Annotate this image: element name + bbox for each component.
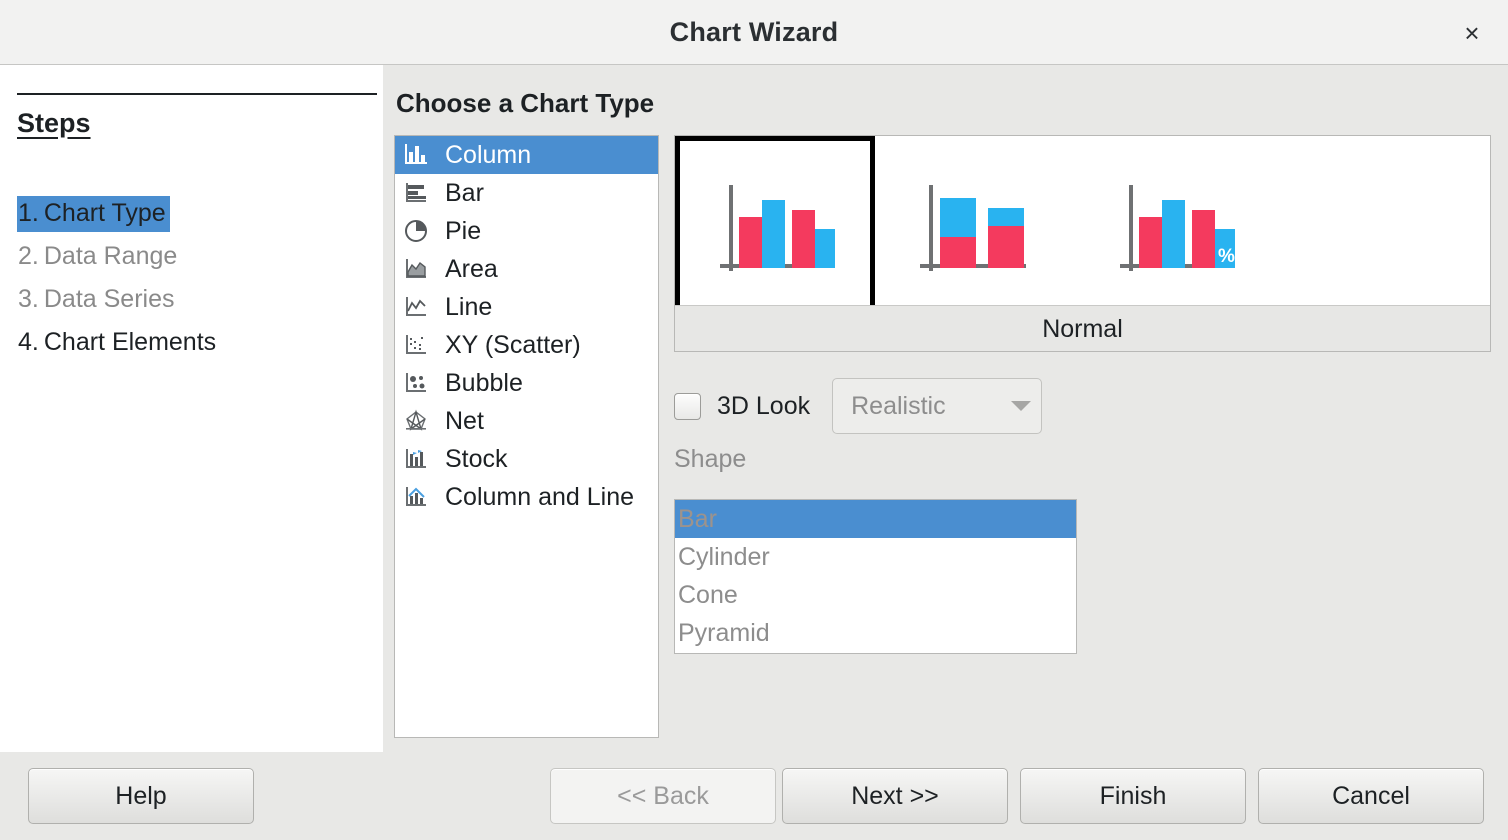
- step-label: Data Range: [44, 242, 177, 270]
- three-d-look-label: 3D Look: [717, 392, 810, 421]
- column-chart-icon: [402, 142, 432, 168]
- chart-subtype-normal[interactable]: [675, 136, 875, 321]
- step-item-data-range[interactable]: 2.Data Range: [17, 239, 181, 275]
- step-item-data-series[interactable]: 3.Data Series: [17, 282, 178, 318]
- chart-subtype-caption: Normal: [675, 305, 1490, 351]
- content-pane: Choose a Chart Type Column: [383, 65, 1508, 752]
- chevron-down-icon: [1001, 401, 1041, 411]
- bar-chart-icon: [402, 180, 432, 206]
- chart-subtype-stacked[interactable]: [875, 136, 1075, 321]
- chart-type-item-line[interactable]: Line: [395, 288, 658, 326]
- three-d-scheme-dropdown[interactable]: Realistic: [832, 378, 1042, 434]
- stock-chart-icon: [402, 446, 432, 472]
- chart-type-label: Bubble: [445, 369, 523, 398]
- shape-item-pyramid[interactable]: Pyramid: [675, 614, 1076, 652]
- step-label: Chart Elements: [44, 328, 216, 356]
- step-label: Chart Type: [44, 199, 166, 227]
- close-icon[interactable]: ×: [1454, 18, 1490, 48]
- chart-type-item-bar[interactable]: Bar: [395, 174, 658, 212]
- chart-type-item-pie[interactable]: Pie: [395, 212, 658, 250]
- chart-type-item-stock[interactable]: Stock: [395, 440, 658, 478]
- shape-list[interactable]: Bar Cylinder Cone Pyramid: [674, 499, 1077, 654]
- next-button[interactable]: Next >>: [782, 768, 1008, 824]
- step-number: 3.: [18, 285, 39, 313]
- svg-text:%: %: [1218, 246, 1235, 267]
- shape-item-cone[interactable]: Cone: [675, 576, 1076, 614]
- chart-type-label: Column and Line: [445, 483, 634, 512]
- shape-item-cylinder[interactable]: Cylinder: [675, 538, 1076, 576]
- chart-subtype-gallery[interactable]: % Normal: [674, 135, 1491, 352]
- net-chart-icon: [402, 408, 432, 434]
- chart-type-item-column[interactable]: Column: [395, 136, 658, 174]
- step-item-chart-type[interactable]: 1.Chart Type: [17, 196, 170, 232]
- steps-heading: Steps: [17, 108, 91, 139]
- step-item-chart-elements[interactable]: 4.Chart Elements: [17, 325, 220, 361]
- shape-label: Shape: [674, 445, 746, 474]
- chart-type-list[interactable]: Column Bar Pie: [394, 135, 659, 738]
- chart-type-label: Stock: [445, 445, 508, 474]
- steps-pane: Steps 1.Chart Type 2.Data Range 3.Data S…: [0, 65, 383, 752]
- percent-subtype-preview-icon: %: [1100, 169, 1250, 289]
- step-number: 2.: [18, 242, 39, 270]
- steps-list: 1.Chart Type 2.Data Range 3.Data Series …: [17, 196, 367, 368]
- normal-subtype-preview-icon: [700, 169, 850, 289]
- area-chart-icon: [402, 256, 432, 282]
- chart-type-item-xy-scatter[interactable]: XY (Scatter): [395, 326, 658, 364]
- help-button[interactable]: Help: [28, 768, 254, 824]
- chart-type-label: Area: [445, 255, 498, 284]
- scatter-chart-icon: [402, 332, 432, 358]
- cancel-button[interactable]: Cancel: [1258, 768, 1484, 824]
- window-title: Chart Wizard: [0, 0, 1508, 64]
- steps-divider: [17, 93, 377, 95]
- page-title: Choose a Chart Type: [396, 88, 654, 119]
- title-bar: Chart Wizard ×: [0, 0, 1508, 65]
- chart-type-item-area[interactable]: Area: [395, 250, 658, 288]
- three-d-look-checkbox[interactable]: [674, 393, 701, 420]
- finish-button[interactable]: Finish: [1020, 768, 1246, 824]
- column-and-line-chart-icon: [402, 484, 432, 510]
- chart-subtype-percent-stacked[interactable]: %: [1075, 136, 1275, 321]
- chart-type-label: Pie: [445, 217, 481, 246]
- shape-item-bar[interactable]: Bar: [675, 500, 1076, 538]
- chart-type-item-net[interactable]: Net: [395, 402, 658, 440]
- step-number: 1.: [18, 199, 39, 227]
- chart-type-label: Bar: [445, 179, 484, 208]
- three-d-look-row: 3D Look Realistic: [674, 378, 1042, 434]
- chart-type-item-bubble[interactable]: Bubble: [395, 364, 658, 402]
- bubble-chart-icon: [402, 370, 432, 396]
- stacked-subtype-preview-icon: [900, 169, 1050, 289]
- chart-type-item-column-and-line[interactable]: Column and Line: [395, 478, 658, 516]
- step-number: 4.: [18, 328, 39, 356]
- chart-type-label: Net: [445, 407, 484, 436]
- chart-wizard-dialog: Chart Wizard × Steps 1.Chart Type 2.Data…: [0, 0, 1508, 840]
- line-chart-icon: [402, 294, 432, 320]
- chart-type-label: Line: [445, 293, 492, 322]
- step-label: Data Series: [44, 285, 175, 313]
- pie-chart-icon: [402, 218, 432, 244]
- three-d-scheme-value: Realistic: [833, 392, 1001, 421]
- chart-type-label: Column: [445, 141, 531, 170]
- back-button[interactable]: << Back: [550, 768, 776, 824]
- chart-type-label: XY (Scatter): [445, 331, 581, 360]
- button-bar: Help << Back Next >> Finish Cancel: [0, 752, 1508, 840]
